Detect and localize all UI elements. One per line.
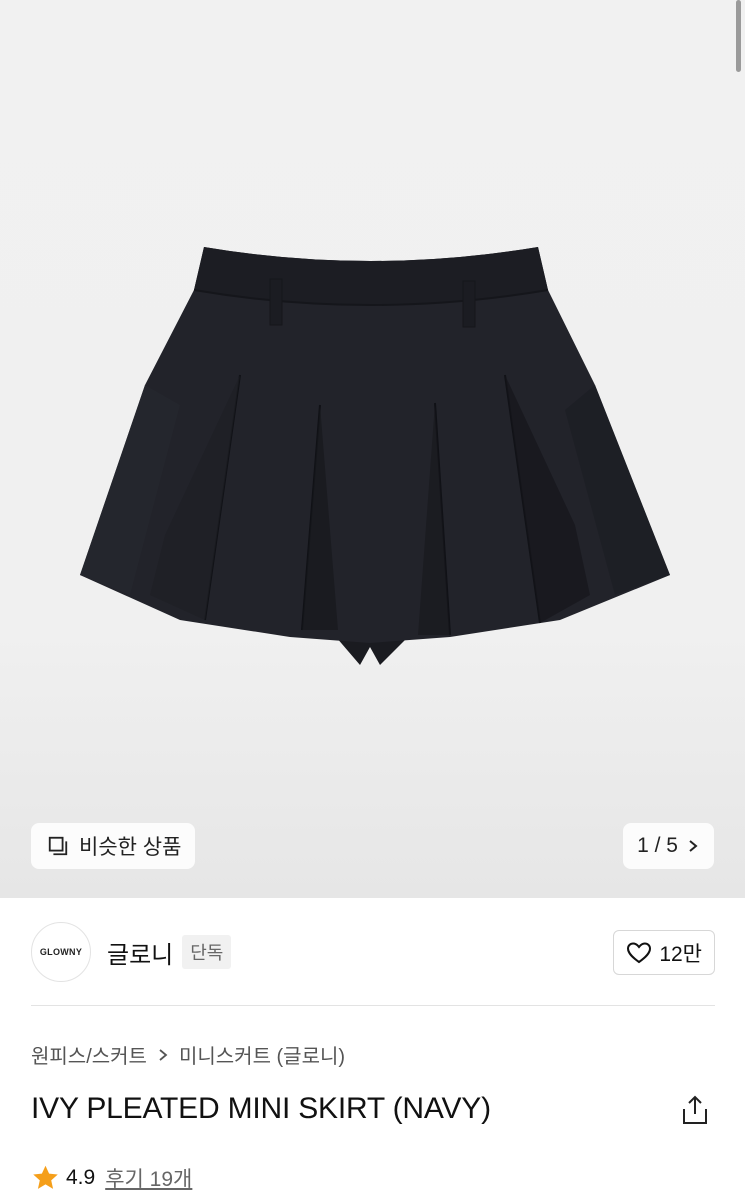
image-counter-button[interactable]: 1 / 5 bbox=[623, 823, 714, 869]
similar-products-icon bbox=[48, 836, 68, 856]
scrollbar[interactable] bbox=[736, 0, 741, 72]
review-count-link[interactable]: 후기 19개 bbox=[105, 1163, 192, 1193]
like-count: 12만 bbox=[659, 942, 702, 966]
breadcrumb-category[interactable]: 원피스/스커트 bbox=[31, 1040, 147, 1069]
exclusive-badge: 단독 bbox=[182, 935, 232, 969]
heart-icon bbox=[627, 941, 652, 963]
like-button[interactable]: 12만 bbox=[613, 930, 715, 975]
similar-products-label: 비슷한 상품 bbox=[79, 836, 182, 859]
product-title: IVY PLEATED MINI SKIRT (NAVY) bbox=[31, 1092, 491, 1125]
chevron-right-icon bbox=[689, 840, 698, 852]
brand-logo[interactable]: GLOWNY bbox=[31, 922, 91, 982]
brand-row: GLOWNY 글로니 단독 12만 bbox=[31, 922, 715, 982]
brand-logo-text: GLOWNY bbox=[39, 947, 83, 957]
share-icon[interactable] bbox=[681, 1094, 709, 1126]
brand-name-link[interactable]: 글로니 bbox=[107, 935, 173, 970]
image-counter-text: 1 / 5 bbox=[637, 834, 678, 857]
star-icon bbox=[33, 1165, 58, 1189]
product-image-pleated-skirt[interactable] bbox=[70, 235, 670, 675]
rating-score: 4.9 bbox=[66, 1166, 96, 1189]
rating-summary: 4.9 후기 19개 bbox=[31, 1163, 192, 1193]
similar-products-button[interactable]: 비슷한 상품 bbox=[31, 823, 196, 869]
breadcrumb-subcategory[interactable]: 미니스커트 (글로니) bbox=[179, 1040, 345, 1069]
breadcrumb: 원피스/스커트 미니스커트 (글로니) bbox=[31, 1040, 345, 1069]
divider bbox=[31, 1005, 715, 1006]
chevron-right-icon bbox=[159, 1048, 168, 1061]
product-image-gallery[interactable]: 비슷한 상품 1 / 5 bbox=[0, 0, 745, 898]
